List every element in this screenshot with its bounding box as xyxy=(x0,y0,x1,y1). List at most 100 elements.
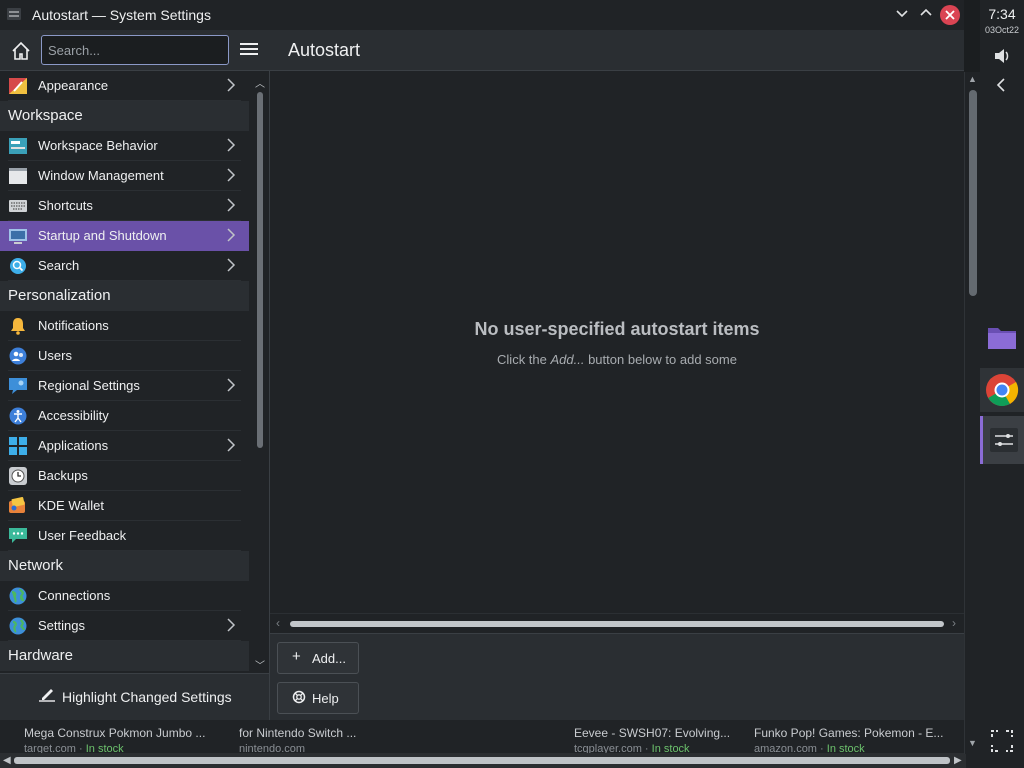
globe-icon xyxy=(8,587,28,605)
page-title: Autostart xyxy=(288,40,361,60)
appearance-icon xyxy=(8,77,28,95)
hamburger-menu-button[interactable] xyxy=(238,40,260,60)
clock-date: 03Oct22 xyxy=(984,25,1020,35)
scrollbar-thumb[interactable] xyxy=(290,621,944,627)
add-button-label: Add... xyxy=(312,651,346,666)
home-button[interactable] xyxy=(9,39,33,63)
plus-icon: + xyxy=(292,648,301,665)
volume-icon[interactable] xyxy=(980,47,1024,67)
sidebar-item-search[interactable]: Search xyxy=(0,251,249,281)
section-header-workspace: Workspace xyxy=(0,101,249,131)
background-result-1[interactable]: Mega Construx Pokmon Jumbo ... target.co… xyxy=(24,726,205,755)
sidebar-header xyxy=(0,30,270,71)
expand-icon[interactable] xyxy=(980,728,1024,762)
sidebar-item-backups[interactable]: Backups xyxy=(0,461,249,491)
background-horizontal-scrollbar[interactable]: ◀ ▶ xyxy=(0,753,966,768)
sidebar-item-settings[interactable]: Settings xyxy=(0,611,249,641)
result-title: for Nintendo Switch ... xyxy=(239,726,357,740)
sidebar-item-applications[interactable]: Applications xyxy=(0,431,249,461)
feedback-icon xyxy=(8,527,28,545)
section-header-label: Personalization xyxy=(8,287,111,304)
sidebar-item-shortcuts[interactable]: Shortcuts xyxy=(0,191,249,221)
system-settings-icon[interactable] xyxy=(980,416,1024,464)
sidebar-item-label: Search xyxy=(38,258,80,273)
startup-icon xyxy=(8,227,28,245)
empty-state-title: No user-specified autostart items xyxy=(474,319,760,339)
chrome-icon[interactable] xyxy=(980,368,1024,412)
applications-icon xyxy=(8,437,28,455)
background-result-2[interactable]: for Nintendo Switch ... nintendo.com xyxy=(239,726,356,755)
sidebar-item-startup-and-shutdown[interactable]: Startup and Shutdown xyxy=(0,221,249,251)
content-horizontal-scrollbar[interactable]: ‹ › xyxy=(270,613,964,633)
add-button[interactable]: + Add... xyxy=(277,642,359,674)
sidebar-item-accessibility[interactable]: Accessibility xyxy=(0,401,249,431)
maximize-button[interactable] xyxy=(916,5,936,25)
sidebar-item-label: Workspace Behavior xyxy=(38,138,158,153)
users-icon xyxy=(8,347,28,365)
scroll-right-chevron-icon[interactable]: › xyxy=(952,616,956,630)
section-header-personalization: Personalization xyxy=(0,281,249,311)
section-header-label: Network xyxy=(8,557,64,574)
scroll-up-arrow-icon[interactable]: ▲ xyxy=(968,74,977,84)
clock-time[interactable]: 7:34 xyxy=(980,6,1024,22)
highlight-changed-label: Highlight Changed Settings xyxy=(62,689,232,705)
section-header-label: Hardware xyxy=(8,647,74,664)
collapse-chevron-icon[interactable] xyxy=(980,76,1024,96)
regional-icon xyxy=(8,377,28,395)
scroll-down-chevron-icon[interactable]: ﹀ xyxy=(255,657,265,672)
sidebar-scrollbar[interactable]: ︿ ﹀ xyxy=(254,75,268,672)
scroll-up-chevron-icon[interactable]: ︿ xyxy=(255,75,265,90)
sidebar-item-connections[interactable]: Connections xyxy=(0,581,249,611)
sidebar-category-list: Appearance Workspace Workspace Behavior Win… xyxy=(0,71,270,673)
chevron-right-icon xyxy=(226,77,236,96)
help-button-label: Help xyxy=(312,691,339,706)
background-vertical-scrollbar[interactable]: ▲ ▼ xyxy=(964,72,980,754)
autostart-list-area[interactable]: No user-specified autostart items Click … xyxy=(270,71,964,613)
sidebar-item-label: Regional Settings xyxy=(38,378,140,393)
scroll-left-arrow-icon[interactable]: ◀ xyxy=(3,753,11,768)
sidebar-item-notifications[interactable]: Notifications xyxy=(0,311,249,341)
background-result-3[interactable]: Eevee - SWSH07: Evolving... tcgplayer.co… xyxy=(574,726,730,755)
search-input[interactable] xyxy=(41,35,229,65)
sidebar-item-users[interactable]: Users xyxy=(0,341,249,371)
window-title: Autostart — System Settings xyxy=(32,7,211,23)
sidebar-item-kde-wallet[interactable]: KDE Wallet xyxy=(0,491,249,521)
scrollbar-thumb[interactable] xyxy=(969,90,977,296)
scroll-right-arrow-icon[interactable]: ▶ xyxy=(954,753,962,768)
sidebar-item-label: Settings xyxy=(38,618,85,633)
sidebar-item-label: Applications xyxy=(38,438,109,453)
scroll-down-arrow-icon[interactable]: ▼ xyxy=(968,738,977,748)
help-button[interactable]: Help xyxy=(277,682,359,714)
chevron-right-icon xyxy=(226,257,236,276)
section-header-hardware: Hardware xyxy=(0,641,249,671)
sidebar-item-regional-settings[interactable]: Regional Settings xyxy=(0,371,249,401)
accessibility-icon xyxy=(8,407,28,425)
folder-icon[interactable] xyxy=(980,322,1024,358)
scrollbar-thumb[interactable] xyxy=(14,757,950,764)
chevron-up-icon xyxy=(920,8,932,16)
sidebar-item-user-feedback[interactable]: User Feedback xyxy=(0,521,249,551)
scroll-left-chevron-icon[interactable]: ‹ xyxy=(276,616,280,630)
minimize-button[interactable] xyxy=(892,5,912,25)
background-result-4[interactable]: Funko Pop! Games: Pokemon - E... amazon.… xyxy=(754,726,943,755)
close-button[interactable] xyxy=(940,5,960,25)
backups-icon xyxy=(8,467,28,485)
keyboard-icon xyxy=(8,197,28,215)
sidebar-item-label: Users xyxy=(38,348,72,363)
sidebar-item-label: Accessibility xyxy=(38,408,109,423)
help-lifebuoy-icon xyxy=(292,690,306,704)
sidebar-item-workspace-behavior[interactable]: Workspace Behavior xyxy=(0,131,249,161)
sidebar-item-window-management[interactable]: Window Management xyxy=(0,161,249,191)
sidebar-item-label: KDE Wallet xyxy=(38,498,104,513)
section-header-network: Network xyxy=(0,551,249,581)
section-header-label: Workspace xyxy=(8,107,83,124)
titlebar[interactable]: Autostart — System Settings xyxy=(0,0,964,30)
sidebar-item-appearance[interactable]: Appearance xyxy=(0,71,249,101)
chevron-right-icon xyxy=(226,377,236,396)
scrollbar-thumb[interactable] xyxy=(257,92,263,448)
highlight-changed-settings-button[interactable]: Highlight Changed Settings xyxy=(38,686,232,710)
result-title: Mega Construx Pokmon Jumbo ... xyxy=(24,726,206,740)
home-icon xyxy=(12,41,30,60)
system-settings-app-icon xyxy=(7,8,21,20)
workspace-behavior-icon xyxy=(8,137,28,155)
